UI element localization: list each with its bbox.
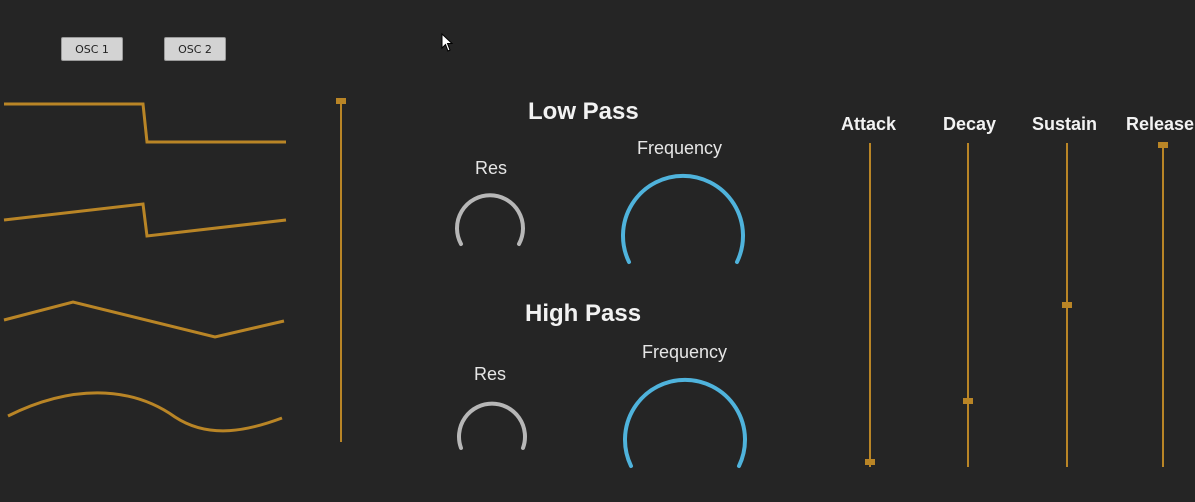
low-pass-frequency-label: Frequency	[637, 138, 723, 158]
low-pass-frequency-knob[interactable]	[616, 168, 751, 273]
attack-slider[interactable]	[869, 143, 871, 467]
sustain-label: Sustain	[1032, 114, 1098, 134]
release-label: Release	[1126, 114, 1195, 134]
high-pass-res-label: Res	[474, 364, 507, 384]
mouse-cursor-icon	[441, 33, 454, 52]
waveform-list	[3, 102, 287, 433]
high-pass-res-knob[interactable]	[452, 395, 532, 455]
waveform-slider[interactable]	[340, 100, 342, 442]
low-pass-title: Low Pass	[528, 98, 639, 125]
release-slider[interactable]	[1162, 143, 1164, 467]
low-pass-res-label: Res	[475, 158, 508, 178]
sawtooth-wave-icon[interactable]	[3, 202, 287, 238]
decay-slider-thumb[interactable]	[963, 398, 973, 404]
high-pass-frequency-knob[interactable]	[621, 374, 756, 474]
attack-slider-thumb[interactable]	[865, 459, 875, 465]
triangle-wave-icon[interactable]	[3, 300, 285, 339]
osc2-button[interactable]: OSC 2	[164, 37, 226, 61]
decay-label: Decay	[943, 114, 997, 134]
sustain-slider-thumb[interactable]	[1062, 302, 1072, 308]
release-slider-thumb[interactable]	[1158, 142, 1168, 148]
attack-label: Attack	[841, 114, 897, 134]
decay-slider[interactable]	[967, 143, 969, 467]
square-wave-icon[interactable]	[4, 102, 286, 144]
osc1-button[interactable]: OSC 1	[61, 37, 123, 61]
waveform-slider-thumb[interactable]	[336, 98, 346, 104]
low-pass-res-knob[interactable]	[452, 190, 532, 255]
sine-wave-icon[interactable]	[7, 391, 283, 433]
high-pass-title: High Pass	[525, 300, 642, 327]
high-pass-frequency-label: Frequency	[642, 342, 728, 362]
